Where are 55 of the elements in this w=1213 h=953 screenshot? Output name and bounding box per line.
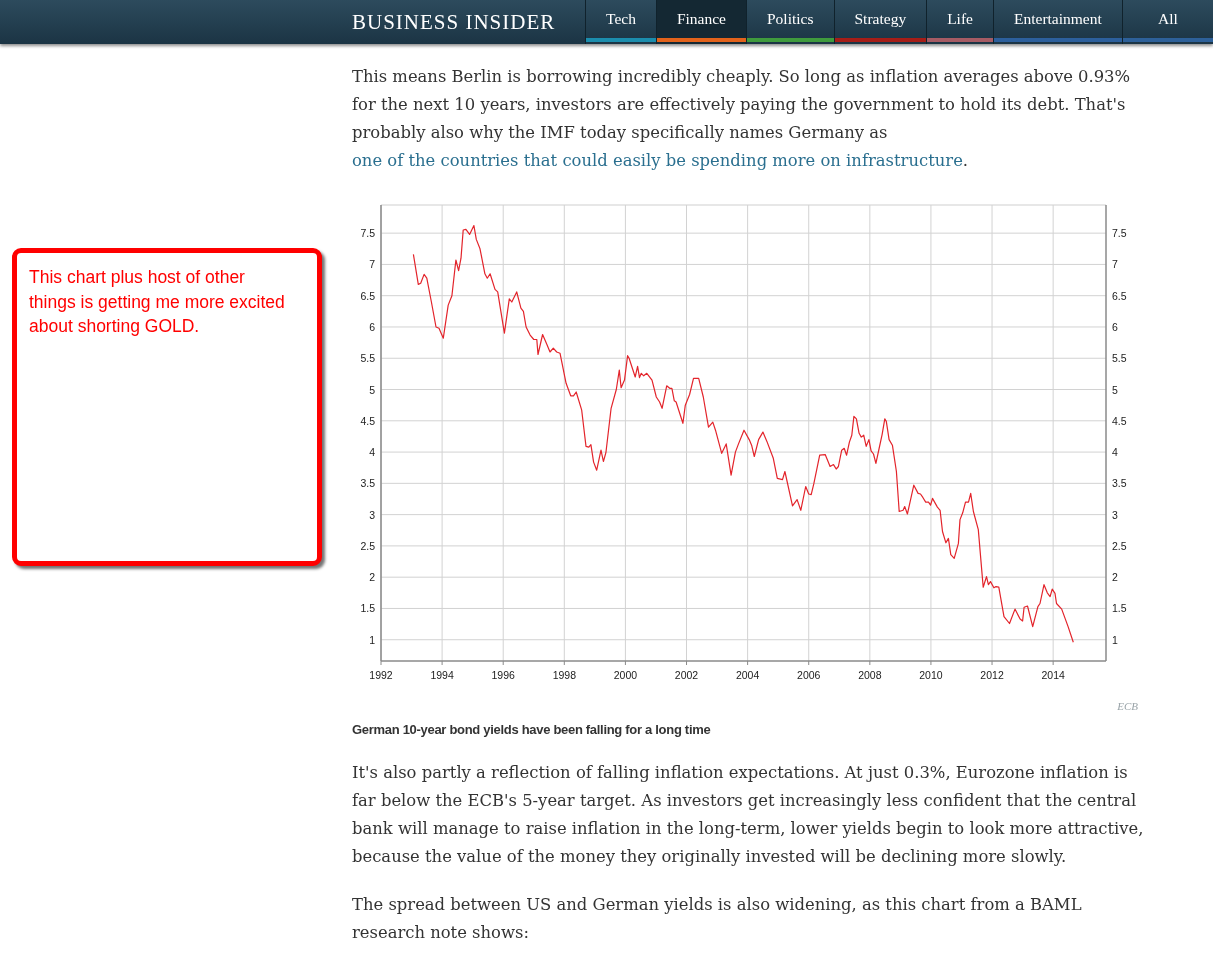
y-tick-label: 2.5 (360, 539, 375, 552)
y-tick-label: 7 (369, 258, 375, 271)
article-link[interactable]: one of the countries that could easily be spending more on infrastructure (352, 151, 963, 170)
y-tick-label: 7 (1112, 258, 1118, 271)
site-logo[interactable]: BUSINESS INSIDER (352, 9, 556, 35)
y-tick-label: 3 (369, 508, 375, 521)
article-paragraph: The spread between US and German yields is also widening, as this chart from a BAML research note shows: (352, 894, 1083, 944)
y-tick-label: 7.5 (360, 227, 375, 240)
y-tick-label: 4.5 (1112, 414, 1127, 427)
nav-tab[interactable]: Tech (585, 0, 656, 44)
y-tick-label: 1.5 (1112, 602, 1127, 615)
y-tick-label: 6 (1112, 321, 1118, 333)
x-tick-label: 1992 (369, 669, 393, 681)
x-tick-label: 1996 (491, 669, 515, 681)
y-tick-label: 5 (1112, 383, 1118, 396)
y-tick-label: 3.5 (360, 477, 375, 490)
nav-tab[interactable]: All (1121, 0, 1213, 44)
y-tick-label: 5.5 (1112, 352, 1127, 365)
nav-tab[interactable]: Life (926, 0, 993, 44)
article-paragraph: It's also partly a reflection of falling inflation expectations. At just 0.3%, Eurozone inflation is far below the ECB's 5-year target. As investors get increasingly less confident that the central bank will manage to raise inflation in the long-term, lower yields begin to look more attractive, because the value of the money they originally invested will be declining more slowly. (352, 762, 1145, 868)
y-tick-label: 2 (1112, 571, 1118, 584)
figure-caption: German 10-year bond yields have been falling for a long time (352, 722, 711, 738)
x-tick-label: 2012 (980, 669, 1004, 681)
y-tick-label: 2.5 (1112, 539, 1127, 552)
y-tick-label: 3 (1112, 508, 1118, 521)
x-tick-label: 1998 (552, 669, 576, 681)
y-tick-label: 2 (369, 571, 375, 584)
annotation-text: This chart plus host of other things is getting me more excited about shorting GOLD. (29, 266, 286, 338)
y-tick-label: 7.5 (1112, 227, 1127, 240)
source-credit: ECB (1117, 699, 1138, 713)
y-tick-label: 1.5 (360, 602, 375, 615)
nav-tab[interactable]: Politics (746, 0, 834, 44)
x-tick-label: 2006 (797, 669, 821, 681)
y-tick-label: 6 (369, 321, 375, 333)
y-tick-label: 6.5 (1112, 289, 1127, 302)
y-tick-label: 4 (1112, 446, 1118, 459)
y-tick-label: 1 (1112, 633, 1118, 646)
y-tick-label: 4 (369, 446, 375, 459)
x-tick-label: 2000 (613, 669, 638, 681)
y-tick-label: 5 (369, 383, 375, 396)
nav-tab[interactable]: Finance (655, 0, 746, 44)
nav-tab[interactable]: Entertainment (993, 0, 1122, 44)
y-tick-label: 1 (369, 633, 375, 646)
x-tick-label: 2008 (858, 669, 882, 681)
y-tick-label: 5.5 (360, 352, 375, 365)
x-tick-label: 1994 (430, 669, 454, 681)
x-tick-label: 2002 (674, 669, 699, 681)
y-tick-label: 3.5 (1112, 477, 1127, 490)
x-tick-label: 2014 (1041, 669, 1065, 681)
x-tick-label: 2010 (919, 669, 943, 681)
nav-tab[interactable]: Strategy (833, 0, 927, 44)
article-paragraph: This means Berlin is borrowing incredibly cheaply. So long as inflation averages above 0.93% for the next 10 years, investors are effectively paying the government to hold its debt. That's probably also why the IMF today specifically names Germany as one of the countries that could easily be spending more on infrastructure. (352, 66, 1132, 172)
x-tick-label: 2004 (735, 669, 760, 681)
y-tick-label: 4.5 (360, 414, 375, 427)
y-tick-label: 6.5 (360, 289, 375, 302)
